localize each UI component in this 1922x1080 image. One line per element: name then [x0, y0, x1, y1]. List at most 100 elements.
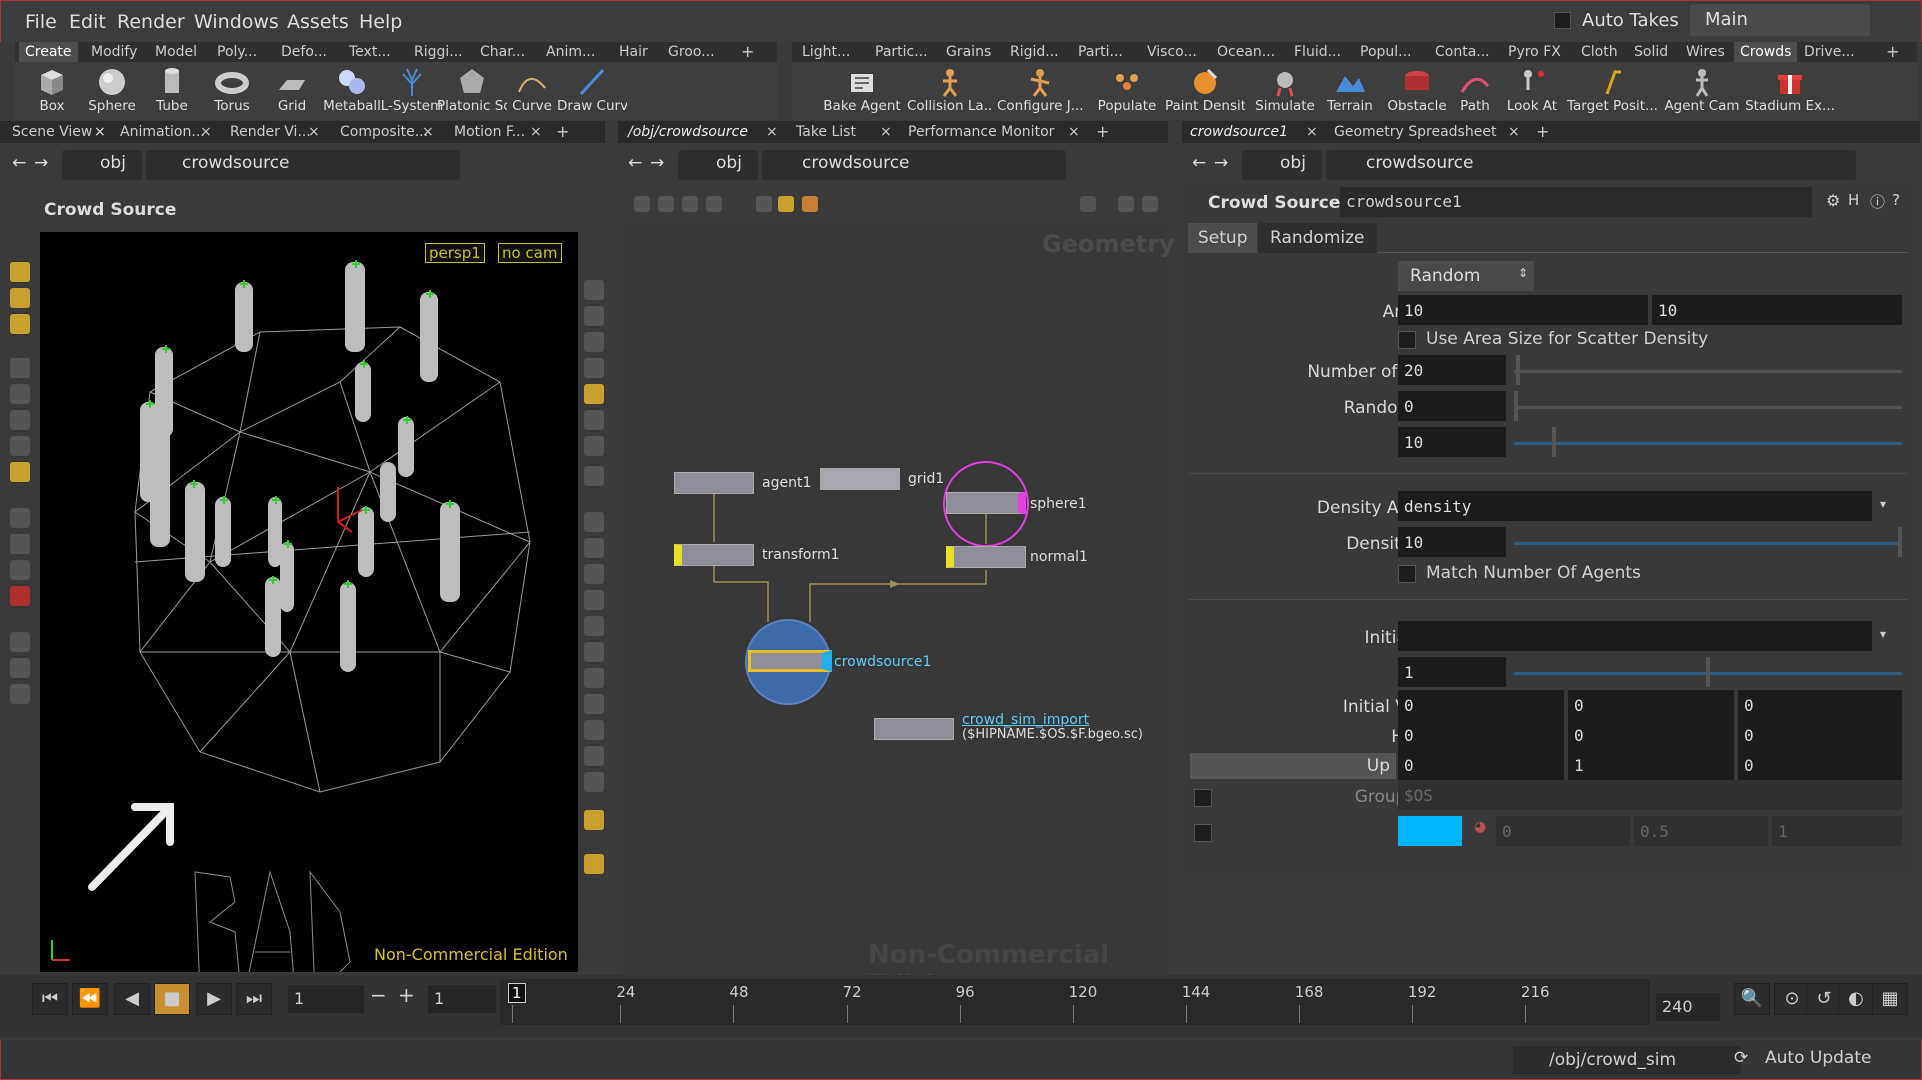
shelf-tab-rigid[interactable]: Rigid...: [1010, 44, 1059, 60]
network-editor[interactable]: Geometry Non-Commercial Edition agent1 g…: [622, 222, 1175, 1000]
shelf-tab-solid[interactable]: Solid: [1634, 44, 1668, 60]
heading-z-input[interactable]: 0: [1738, 720, 1902, 750]
shelf-tab-viscous[interactable]: Visco...: [1147, 44, 1197, 60]
path-node-button[interactable]: crowdsource: [1326, 150, 1856, 180]
shelf-tab-modify[interactable]: Modify: [91, 44, 137, 60]
refresh-icon[interactable]: ⟳: [1734, 1048, 1748, 1068]
shelf-tab-model[interactable]: Model: [155, 44, 197, 60]
light-icon[interactable]: [584, 436, 604, 456]
group-name-toggle[interactable]: [1194, 789, 1212, 807]
back-arrow-icon[interactable]: ←: [12, 153, 26, 173]
up-x-input[interactable]: 0: [1398, 750, 1564, 780]
close-icon[interactable]: ×: [94, 124, 106, 140]
tool-draw-curve[interactable]: Draw Curve: [557, 64, 627, 120]
tool-target-posture[interactable]: Target Posit...: [1567, 64, 1657, 120]
bounding-box-icon[interactable]: [584, 694, 604, 714]
density-attribute-input[interactable]: density: [1398, 491, 1872, 521]
tab-performance-monitor[interactable]: Performance Monitor: [908, 124, 1054, 140]
close-icon[interactable]: ×: [766, 124, 778, 140]
close-icon[interactable]: ×: [422, 124, 434, 140]
shelf-tab-particle-fluids[interactable]: Parti...: [1078, 44, 1123, 60]
uv-icon[interactable]: [584, 642, 604, 662]
pin-icon[interactable]: [584, 854, 604, 874]
realtime-icon[interactable]: ⊙: [1774, 983, 1810, 1015]
points-icon[interactable]: [584, 512, 604, 532]
current-frame-input[interactable]: 1: [288, 985, 364, 1013]
shelf-add-icon[interactable]: +: [1886, 42, 1899, 61]
color-toggle[interactable]: [1194, 824, 1212, 842]
menu-assets[interactable]: Assets: [287, 11, 349, 33]
edges-icon[interactable]: [584, 564, 604, 584]
relax-slider[interactable]: [1514, 442, 1902, 445]
tab-composite[interactable]: Composite...: [340, 124, 428, 140]
help-h-icon[interactable]: H: [1848, 191, 1859, 209]
random-seed-input[interactable]: 0: [1398, 391, 1506, 421]
menu-edit[interactable]: Edit: [69, 11, 106, 33]
stop-icon[interactable]: ■: [154, 983, 190, 1015]
shelf-tab-particles[interactable]: Partic...: [875, 44, 928, 60]
use-area-size-checkbox[interactable]: [1398, 331, 1416, 349]
ghost-icon[interactable]: [584, 746, 604, 766]
tool-path[interactable]: Path: [1450, 64, 1500, 120]
add-tab-icon[interactable]: +: [556, 122, 569, 141]
geometry-display-icon[interactable]: [584, 466, 604, 486]
end-frame-input[interactable]: 240: [1656, 993, 1720, 1021]
color-wheel-icon[interactable]: ◕: [1474, 819, 1486, 835]
lock-icon[interactable]: [584, 306, 604, 326]
menu-file[interactable]: File: [25, 11, 57, 33]
lighting-icon[interactable]: [584, 384, 604, 404]
tool-configure-joint[interactable]: Configure J...: [997, 64, 1082, 120]
labels-icon[interactable]: [584, 772, 604, 792]
back-arrow-icon[interactable]: ←: [628, 153, 642, 173]
num-agents-input[interactable]: 20: [1398, 355, 1506, 385]
snap-icon[interactable]: [10, 632, 30, 652]
close-icon[interactable]: ×: [200, 124, 212, 140]
play-icon[interactable]: ▶: [196, 983, 232, 1015]
tool-populate[interactable]: Populate: [1092, 64, 1162, 120]
tab-motion-fx[interactable]: Motion F...: [454, 124, 525, 140]
help-icon[interactable]: ?: [1892, 191, 1900, 209]
zoom-icon[interactable]: [1118, 196, 1134, 212]
timeline-ruler[interactable]: 1 24 48 72 96 120 144 168 192 216: [500, 979, 1650, 1025]
tool-collision-layer[interactable]: Collision La...: [907, 64, 992, 120]
shelf-tab-deform[interactable]: Defo...: [281, 44, 327, 60]
close-icon[interactable]: ×: [880, 124, 892, 140]
settings-icon[interactable]: ▦: [1872, 983, 1908, 1015]
move-icon[interactable]: [10, 384, 30, 404]
relax-input[interactable]: 10: [1398, 427, 1506, 457]
random-seed-slider-knob[interactable]: [1514, 391, 1518, 421]
pose-icon[interactable]: [10, 462, 30, 482]
close-icon[interactable]: ×: [530, 124, 542, 140]
close-icon[interactable]: ×: [1508, 124, 1520, 140]
guides-icon[interactable]: [584, 668, 604, 688]
layout-icon[interactable]: [682, 196, 698, 212]
shading-icon[interactable]: [584, 358, 604, 378]
random-seed-slider[interactable]: [1514, 406, 1902, 409]
color-r-input[interactable]: 0: [1496, 816, 1630, 846]
close-icon[interactable]: ×: [308, 124, 320, 140]
velocity-z-input[interactable]: 0: [1738, 690, 1902, 720]
heading-x-input[interactable]: 0: [1398, 720, 1564, 750]
brush-icon[interactable]: [10, 534, 30, 554]
shelf-tab-character[interactable]: Char...: [480, 44, 525, 60]
heading-y-input[interactable]: 0: [1568, 720, 1734, 750]
shelf-tab-create[interactable]: Create: [19, 42, 78, 62]
area-size-y-input[interactable]: 10: [1652, 295, 1902, 325]
shelf-add-icon[interactable]: +: [741, 42, 754, 61]
tab-geometry-spreadsheet[interactable]: Geometry Spreadsheet: [1334, 124, 1496, 140]
jump-start-icon[interactable]: ⏮: [32, 983, 68, 1015]
normals-icon[interactable]: [584, 538, 604, 558]
shelf-tab-drive[interactable]: Drive...: [1804, 44, 1855, 60]
start-frame-input[interactable]: 1: [428, 985, 496, 1013]
area-size-x-input[interactable]: 10: [1398, 295, 1648, 325]
screenshot-icon[interactable]: [1142, 196, 1158, 212]
tab-randomize[interactable]: Randomize: [1258, 223, 1377, 253]
camera-icon[interactable]: [10, 658, 30, 678]
tool-stadium-examples[interactable]: Stadium Ex...: [1745, 64, 1835, 120]
jump-end-icon[interactable]: ⏭: [236, 983, 272, 1015]
step-back-icon[interactable]: ⏪: [72, 983, 108, 1015]
tab-network-path[interactable]: /obj/crowdsource: [628, 124, 748, 140]
headlight-icon[interactable]: [584, 410, 604, 430]
color-swatch[interactable]: [1398, 816, 1462, 846]
node-agent1[interactable]: [674, 472, 754, 494]
